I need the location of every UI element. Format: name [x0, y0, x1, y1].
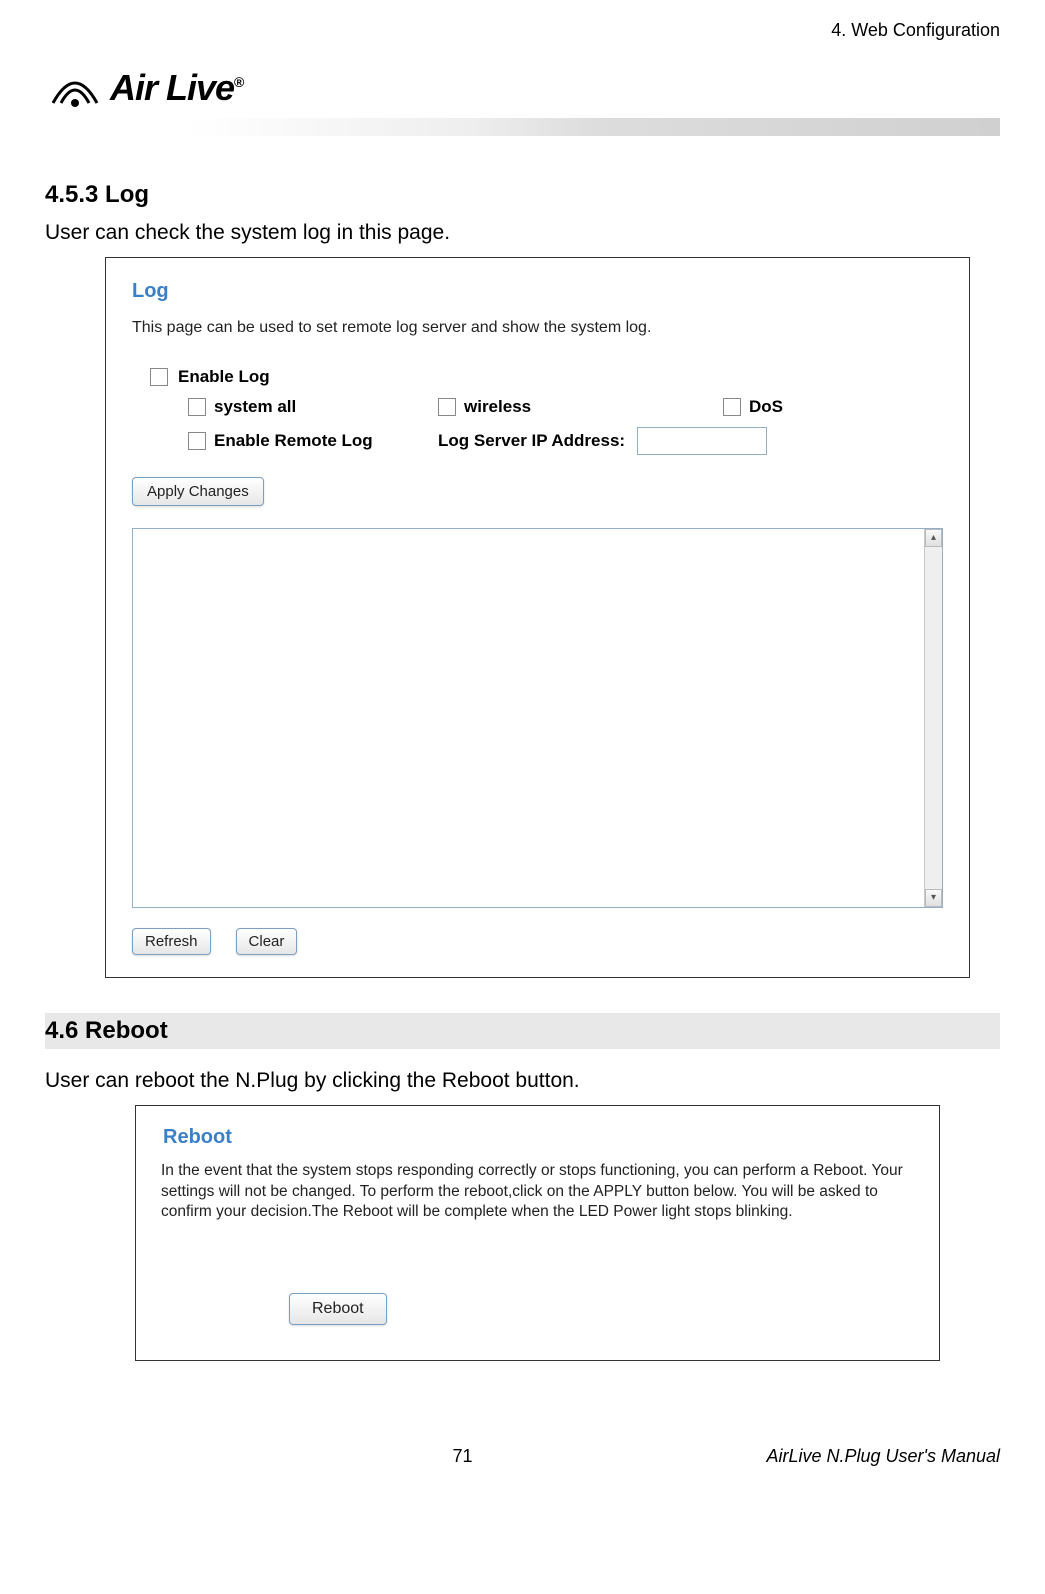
page-number: 71	[452, 1446, 472, 1467]
enable-remote-checkbox[interactable]	[188, 432, 206, 450]
page-header: 4. Web Configuration	[45, 20, 1000, 41]
enable-log-row: Enable Log	[150, 367, 949, 387]
system-all-option: system all	[188, 397, 438, 417]
enable-log-label: Enable Log	[178, 367, 270, 387]
logo-name: Air Live	[110, 67, 234, 108]
enable-log-checkbox[interactable]	[150, 368, 168, 386]
log-panel-description: This page can be used to set remote log …	[132, 317, 949, 339]
reboot-panel-description: In the event that the system stops respo…	[161, 1161, 914, 1224]
reboot-button[interactable]: Reboot	[289, 1293, 387, 1325]
refresh-button[interactable]: Refresh	[132, 928, 211, 955]
system-all-label: system all	[214, 397, 296, 417]
text-reboot-intro: User can reboot the N.Plug by clicking t…	[45, 1069, 1000, 1093]
ip-address-label: Log Server IP Address:	[438, 431, 625, 451]
reboot-page-screenshot: Reboot In the event that the system stop…	[135, 1105, 940, 1362]
log-buttons-row: Refresh Clear	[132, 928, 949, 959]
text-log-intro: User can check the system log in this pa…	[45, 221, 1000, 245]
log-options-group: Enable Log system all wireless DoS Enabl…	[150, 367, 949, 455]
wireless-label: wireless	[464, 397, 531, 417]
heading-reboot: 4.6 Reboot	[45, 1013, 1000, 1049]
enable-remote-label: Enable Remote Log	[214, 431, 373, 451]
ip-address-input[interactable]	[637, 427, 767, 455]
wireless-checkbox[interactable]	[438, 398, 456, 416]
log-text-area[interactable]: ▴ ▾	[132, 528, 943, 908]
header-gradient-divider	[188, 118, 1000, 136]
remote-log-row: Enable Remote Log Log Server IP Address:	[188, 427, 949, 455]
log-panel-title: Log	[132, 280, 949, 303]
scroll-down-icon[interactable]: ▾	[925, 889, 942, 907]
manual-title: AirLive N.Plug User's Manual	[680, 1446, 1000, 1467]
apply-row: Apply Changes	[132, 477, 949, 506]
clear-button[interactable]: Clear	[236, 928, 298, 955]
scrollbar[interactable]: ▴ ▾	[924, 529, 942, 907]
brand-logo: Air Live®	[45, 63, 1000, 113]
page-footer: 71 AirLive N.Plug User's Manual	[45, 1446, 1000, 1467]
dos-label: DoS	[749, 397, 783, 417]
chapter-label: 4. Web Configuration	[831, 20, 1000, 41]
log-sub-options-row: system all wireless DoS	[188, 397, 949, 417]
system-all-checkbox[interactable]	[188, 398, 206, 416]
reboot-button-row: Reboot	[289, 1293, 914, 1325]
logo-text: Air Live®	[110, 67, 243, 109]
log-page-screenshot: Log This page can be used to set remote …	[105, 257, 970, 978]
reboot-panel-title: Reboot	[163, 1126, 914, 1149]
wireless-option: wireless	[438, 397, 723, 417]
dos-option: DoS	[723, 397, 949, 417]
registered-icon: ®	[234, 74, 243, 90]
apply-changes-button[interactable]: Apply Changes	[132, 477, 264, 506]
scroll-up-icon[interactable]: ▴	[925, 529, 942, 547]
wifi-arc-icon	[45, 63, 105, 113]
heading-log: 4.5.3 Log	[45, 181, 1000, 209]
dos-checkbox[interactable]	[723, 398, 741, 416]
